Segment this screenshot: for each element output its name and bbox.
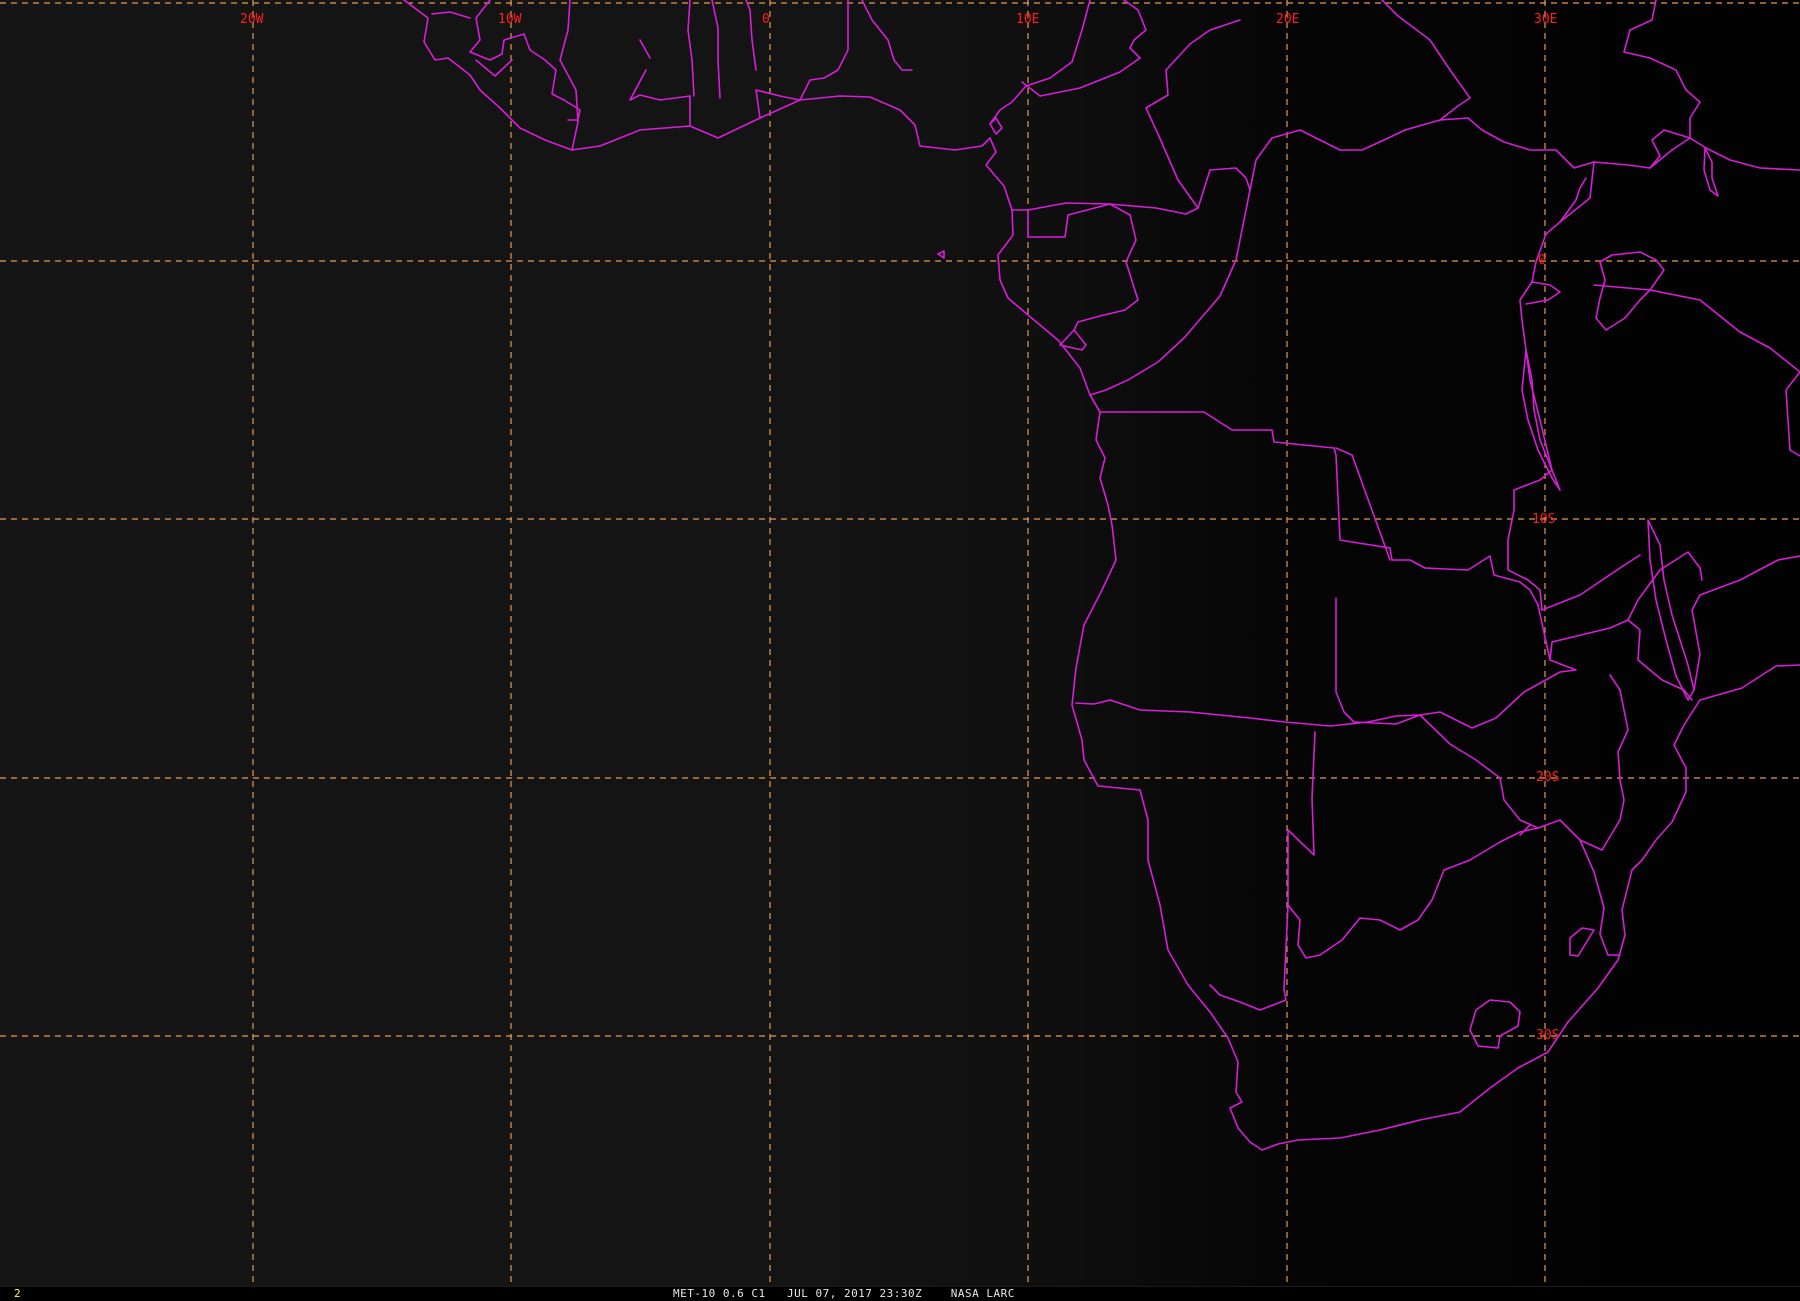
frame-number: 2 <box>14 1287 21 1300</box>
map-canvas: 20W 10W 0 10E 20E 30E 0 10S 20S 30S <box>0 0 1800 1286</box>
lon-label-20e: 20E <box>1276 12 1299 27</box>
lat-label-10s: 10S <box>1532 512 1555 527</box>
lat-label-20s: 20S <box>1536 770 1559 785</box>
status-bar: 2 MET-10 0.6 C1 JUL 07, 2017 23:30Z NASA… <box>0 1286 1800 1301</box>
image-background <box>0 0 1800 1286</box>
lon-label-0: 0 <box>762 12 770 27</box>
lon-label-20w: 20W <box>240 12 264 27</box>
image-caption: MET-10 0.6 C1 JUL 07, 2017 23:30Z NASA L… <box>673 1287 1015 1300</box>
satellite-image: 20W 10W 0 10E 20E 30E 0 10S 20S 30S <box>0 0 1800 1286</box>
lon-label-30e: 30E <box>1534 12 1557 27</box>
lon-label-10w: 10W <box>498 12 522 27</box>
lon-label-10e: 10E <box>1016 12 1039 27</box>
